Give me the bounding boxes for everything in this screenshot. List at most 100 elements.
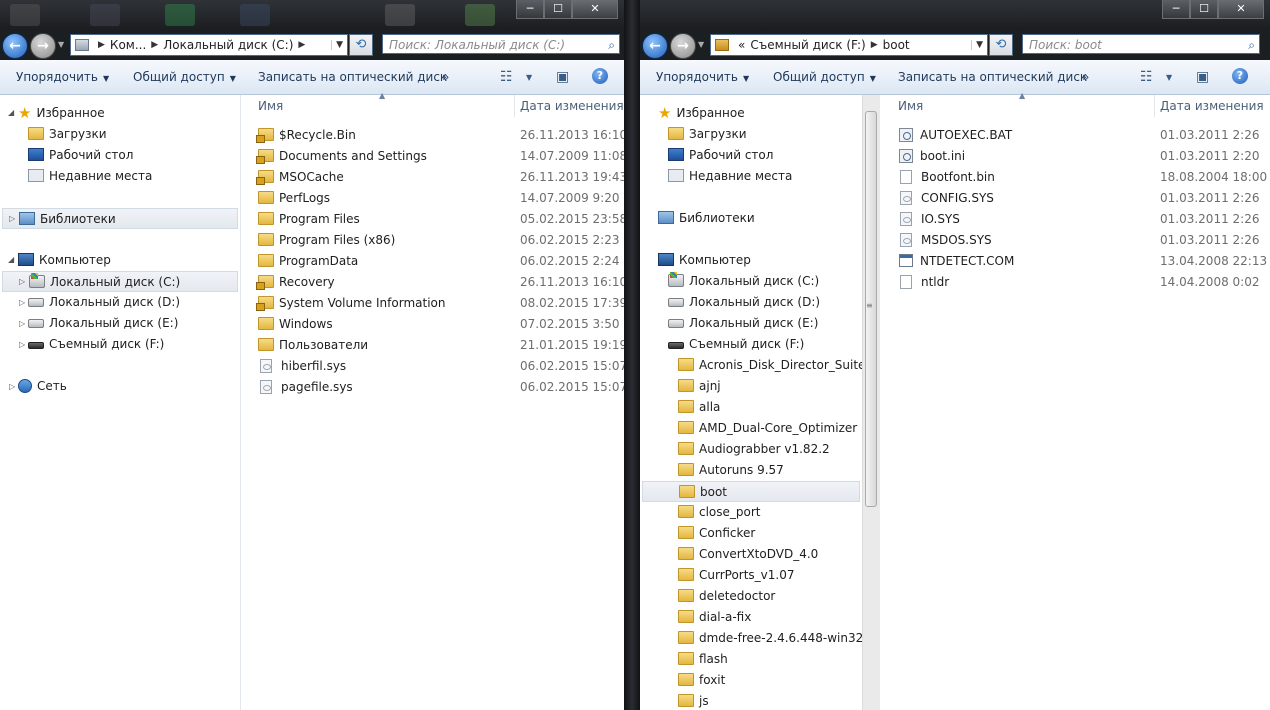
tree-item-subfolder[interactable]: foxit — [678, 670, 725, 691]
address-dropdown[interactable]: ▼ — [971, 40, 987, 50]
tree-item-subfolder[interactable]: close_port — [678, 502, 761, 523]
file-row[interactable]: pagefile.sys — [258, 377, 353, 398]
tree-item-subfolder[interactable]: Autoruns 9.57 — [678, 460, 784, 481]
breadcrumb-drive-c[interactable]: Локальный диск (C:) — [163, 38, 293, 52]
file-row[interactable]: IO.SYS — [898, 209, 960, 230]
file-row[interactable]: NTDETECT.COM — [898, 251, 1014, 272]
file-row[interactable]: $Recycle.Bin — [256, 125, 356, 146]
share-menu[interactable]: Общий доступ ▼ — [773, 70, 876, 84]
tree-item-subfolder[interactable]: alla — [678, 397, 720, 418]
tree-item-subfolder[interactable]: js — [678, 691, 709, 710]
search-icon[interactable]: ⌕ — [1248, 35, 1255, 55]
tree-item-downloads[interactable]: Загрузки — [28, 124, 107, 145]
tree-item-subfolder[interactable]: AMD_Dual-Core_Optimizer — [678, 418, 857, 439]
organize-menu[interactable]: Упорядочить ▼ — [656, 70, 749, 84]
expand-arrow-icon[interactable]: ▷ — [19, 277, 25, 286]
file-row[interactable]: Windows — [258, 314, 333, 335]
tree-item-drive-f[interactable]: Съемный диск (F:) — [28, 334, 164, 355]
collapse-arrow-icon[interactable]: ◢ — [8, 255, 14, 264]
breadcrumb-overflow[interactable]: « — [738, 38, 745, 52]
burn-button[interactable]: Записать на оптический диск — [898, 70, 1087, 84]
file-row[interactable]: boot.ini — [898, 146, 965, 167]
tree-item-drive-d[interactable]: Локальный диск (D:) — [668, 292, 820, 313]
search-input[interactable]: Поиск: boot ⌕ — [1022, 34, 1260, 54]
organize-menu[interactable]: Упорядочить ▼ — [16, 70, 109, 84]
tree-item-recent[interactable]: Недавние места — [668, 166, 792, 187]
tree-item-subfolder[interactable]: Acronis_Disk_Director_Suite_10 — [678, 355, 862, 376]
file-row[interactable]: MSOCache — [256, 167, 344, 188]
tree-item-subfolder[interactable]: deletedoctor — [678, 586, 775, 607]
share-menu[interactable]: Общий доступ ▼ — [133, 70, 236, 84]
tree-item-favorites[interactable]: ★ Избранное — [658, 103, 745, 124]
expand-arrow-icon[interactable]: ▷ — [19, 298, 25, 307]
file-row[interactable]: Bootfont.bin — [898, 167, 995, 188]
more-commands-button[interactable]: » — [1082, 70, 1089, 84]
file-row[interactable]: AUTOEXEC.BAT — [898, 125, 1012, 146]
tree-item-desktop[interactable]: Рабочий стол — [28, 145, 133, 166]
file-row[interactable]: ProgramData — [258, 251, 358, 272]
column-separator[interactable] — [514, 95, 515, 117]
close-button[interactable]: ✕ — [572, 0, 618, 19]
tree-item-desktop[interactable]: Рабочий стол — [668, 145, 773, 166]
tree-item-drive-c[interactable]: Локальный диск (C:) — [668, 271, 819, 292]
tree-item-libraries[interactable]: Библиотеки — [2, 208, 238, 229]
tree-item-subfolder[interactable]: dmde-free-2.4.6.448-win32-gui — [678, 628, 862, 649]
recent-pages-dropdown[interactable]: ▼ — [698, 40, 704, 49]
expand-arrow-icon[interactable]: ▷ — [9, 382, 15, 391]
column-header-name[interactable]: Имя — [898, 95, 923, 117]
tree-item-subfolder[interactable]: boot — [642, 481, 860, 502]
tree-item-computer[interactable]: Компьютер — [18, 250, 111, 271]
tree-item-subfolder[interactable]: ConvertXtoDVD_4.0 — [678, 544, 818, 565]
column-separator[interactable] — [1154, 95, 1155, 117]
tree-item-recent[interactable]: Недавние места — [28, 166, 152, 187]
tree-item-drive-d[interactable]: Локальный диск (D:) — [28, 292, 180, 313]
search-icon[interactable]: ⌕ — [608, 35, 615, 55]
expand-arrow-icon[interactable]: ▷ — [19, 319, 25, 328]
file-row[interactable]: Program Files (x86) — [258, 230, 395, 251]
expand-arrow-icon[interactable]: ▷ — [19, 340, 25, 349]
breadcrumb-drive-f[interactable]: Съемный диск (F:) — [750, 38, 865, 52]
minimize-button[interactable]: ─ — [1162, 0, 1190, 19]
more-commands-button[interactable]: » — [442, 70, 449, 84]
tree-item-computer[interactable]: Компьютер — [658, 250, 751, 271]
tree-item-libraries[interactable]: Библиотеки — [658, 208, 755, 229]
tree-item-subfolder[interactable]: dial-a-fix — [678, 607, 751, 628]
column-header-name[interactable]: Имя — [258, 95, 283, 117]
tree-item-subfolder[interactable]: flash — [678, 649, 728, 670]
file-row[interactable]: System Volume Information — [256, 293, 445, 314]
tree-item-subfolder[interactable]: ajnj — [678, 376, 721, 397]
address-bar[interactable]: ▶ Ком... ▶ Локальный диск (C:) ▶ ▼ — [70, 34, 348, 56]
back-button[interactable]: ← — [2, 33, 28, 59]
address-dropdown[interactable]: ▼ — [331, 40, 347, 50]
tree-item-downloads[interactable]: Загрузки — [668, 124, 747, 145]
view-options-icon[interactable]: ☷ — [1140, 69, 1153, 85]
preview-pane-icon[interactable]: ▣ — [1196, 69, 1209, 85]
help-icon[interactable]: ? — [1232, 68, 1248, 84]
refresh-button[interactable]: ⟲ — [349, 34, 373, 56]
file-row[interactable]: Documents and Settings — [256, 146, 427, 167]
file-row[interactable]: CONFIG.SYS — [898, 188, 994, 209]
breadcrumb-boot[interactable]: boot — [883, 38, 910, 52]
forward-button[interactable]: → — [670, 33, 696, 59]
tree-item-subfolder[interactable]: CurrPorts_v1.07 — [678, 565, 795, 586]
title-bar[interactable]: ─ ☐ ✕ — [640, 0, 1270, 30]
tree-item-network[interactable]: Сеть — [18, 376, 67, 397]
preview-pane-icon[interactable]: ▣ — [556, 69, 569, 85]
forward-button[interactable]: → — [30, 33, 56, 59]
title-bar[interactable]: ─ ☐ ✕ — [0, 0, 624, 30]
expand-arrow-icon[interactable]: ▷ — [9, 214, 15, 223]
tree-item-drive-f[interactable]: Съемный диск (F:) — [668, 334, 804, 355]
close-button[interactable]: ✕ — [1218, 0, 1264, 19]
column-header-date[interactable]: Дата изменения — [520, 95, 624, 117]
file-row[interactable]: hiberfil.sys — [258, 356, 346, 377]
tree-item-favorites[interactable]: ★ Избранное — [18, 103, 105, 124]
help-icon[interactable]: ? — [592, 68, 608, 84]
column-header-date[interactable]: Дата изменения — [1160, 95, 1264, 117]
file-row[interactable]: PerfLogs — [258, 188, 330, 209]
view-options-icon[interactable]: ☷ — [500, 69, 513, 85]
tree-item-subfolder[interactable]: Conficker — [678, 523, 755, 544]
file-row[interactable]: Recovery — [256, 272, 335, 293]
nav-pane-scrollbar[interactable]: ≡ — [862, 95, 880, 710]
minimize-button[interactable]: ─ — [516, 0, 544, 19]
file-row[interactable]: ntldr — [898, 272, 949, 293]
